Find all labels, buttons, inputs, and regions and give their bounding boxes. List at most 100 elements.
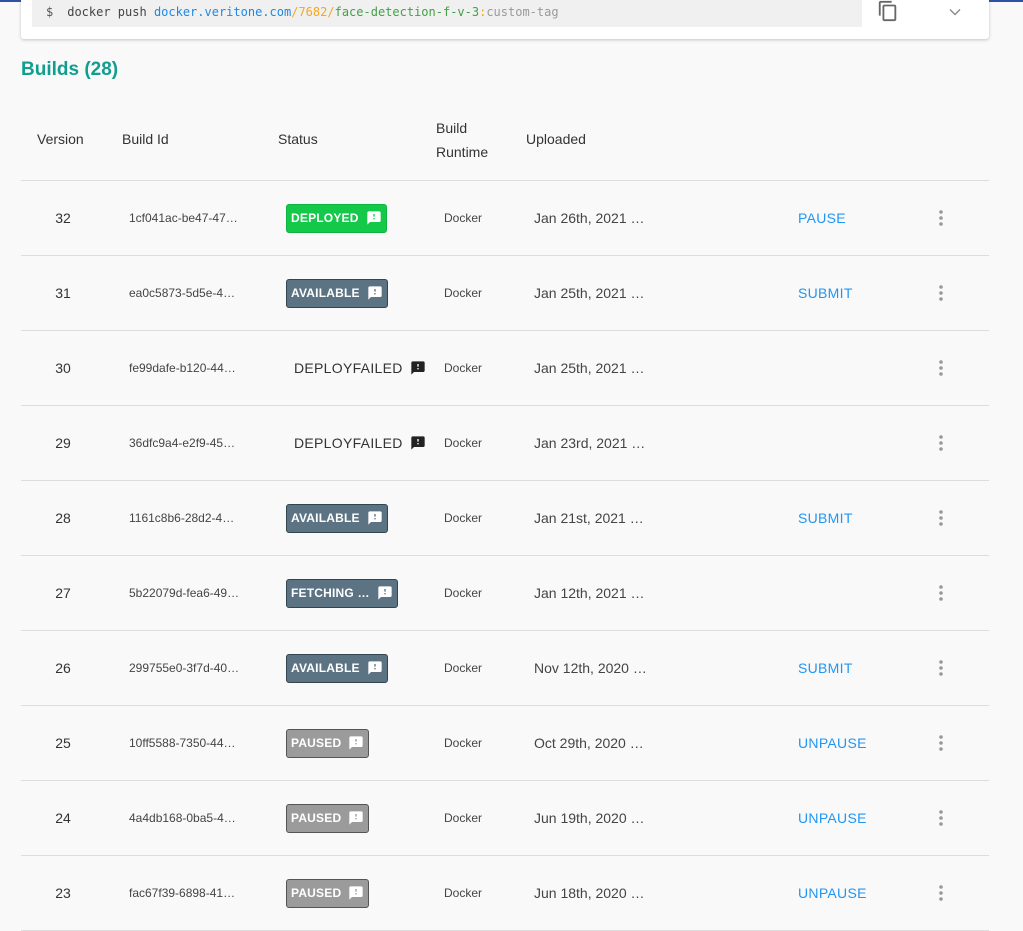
column-header-status[interactable]: Status [278,131,318,147]
build-status: DEPLOYFAILED [286,331,430,405]
row-action-button[interactable]: UNPAUSE [796,731,869,755]
chevron-down-icon[interactable] [945,2,965,22]
build-runtime: Docker [444,886,483,900]
table-row: 27 5b22079d-fea6-49… FETCHING … Docker J… [21,556,989,631]
table-row: 23 fac67f39-6898-41… PAUSED Docker Jun 1… [21,856,989,931]
build-version: 24 [55,810,71,826]
build-status: AVAILABLE [286,481,388,555]
status-badge[interactable]: PAUSED [286,878,370,908]
build-version: 25 [55,735,71,751]
build-uploaded: Jan 21st, 2021 … [534,510,644,526]
build-runtime: Docker [444,211,483,225]
table-body: 32 1cf041ac-be47-47… DEPLOYED Docker Jan… [21,181,989,931]
table-row: 30 fe99dafe-b120-44… DEPLOYFAILED Docker… [21,331,989,406]
more-vert-icon[interactable] [938,509,944,527]
column-header-uploaded[interactable]: Uploaded [526,131,586,147]
row-action-button[interactable]: SUBMIT [796,281,855,305]
build-status: PAUSED [286,856,370,930]
build-status: AVAILABLE [286,631,388,705]
more-vert-icon[interactable] [938,209,944,227]
more-vert-icon[interactable] [938,434,944,452]
status-badge[interactable]: AVAILABLE [286,278,388,308]
build-runtime: Docker [444,511,483,525]
build-uploaded: Jan 26th, 2021 … [534,210,645,226]
command-org: 7682 [298,5,328,19]
column-header-build-runtime[interactable]: Build Runtime [436,116,506,164]
column-header-build-id[interactable]: Build Id [122,131,169,147]
command-sep-2: / [327,5,335,19]
status-label: AVAILABLE [291,511,360,525]
status-label: PAUSED [291,811,342,825]
feedback-icon [410,436,425,450]
feedback-icon [349,736,363,750]
build-runtime: Docker [444,286,483,300]
row-menu [929,256,953,330]
row-menu [929,631,953,705]
row-action-button[interactable]: SUBMIT [796,656,855,680]
row-menu [929,781,953,855]
row-action-button[interactable]: UNPAUSE [796,881,869,905]
status-badge[interactable]: DEPLOYFAILED [286,429,430,458]
build-runtime: Docker [444,361,483,375]
status-badge[interactable]: PAUSED [286,728,370,758]
more-vert-icon[interactable] [938,884,944,902]
command-base: docker push [67,5,154,19]
table-row: 25 10ff5588-7350-44… PAUSED Docker Oct 2… [21,706,989,781]
build-runtime: Docker [444,736,483,750]
build-version: 23 [55,885,71,901]
build-id: 10ff5588-7350-44… [129,736,236,750]
build-runtime: Docker [444,436,483,450]
feedback-icon [368,661,382,675]
status-badge[interactable]: AVAILABLE [286,503,388,533]
more-vert-icon[interactable] [938,659,944,677]
more-vert-icon[interactable] [938,809,944,827]
feedback-icon [349,886,363,900]
row-menu [929,406,953,480]
more-vert-icon[interactable] [938,284,944,302]
more-vert-icon[interactable] [938,584,944,602]
table-row: 26 299755e0-3f7d-40… AVAILABLE Docker No… [21,631,989,706]
status-badge[interactable]: FETCHING … [286,578,398,608]
build-runtime: Docker [444,586,483,600]
table-row: 28 1161c8b6-28d2-4… AVAILABLE Docker Jan… [21,481,989,556]
status-badge[interactable]: AVAILABLE [286,653,388,683]
column-header-version[interactable]: Version [37,131,84,147]
build-id: 4a4db168-0ba5-4… [129,811,236,825]
status-label: DEPLOYED [291,211,359,225]
command-tag: custom-tag [486,5,559,19]
table-row: 29 36dfc9a4-e2f9-45… DEPLOYFAILED Docker… [21,406,989,481]
build-version: 31 [55,285,71,301]
column-header-runtime-line1: Build [436,120,468,136]
row-action: PAUSE [796,181,848,255]
build-uploaded: Jun 18th, 2020 … [534,885,645,901]
copy-icon[interactable] [877,0,899,22]
command-prompt: $ [46,5,54,19]
build-id: fac67f39-6898-41… [129,886,236,900]
status-badge[interactable]: DEPLOYED [286,203,387,233]
row-menu [929,556,953,630]
docker-command[interactable]: $ docker push docker.veritone.com/7682/fa… [32,0,862,27]
row-action-button[interactable]: UNPAUSE [796,806,869,830]
status-badge[interactable]: PAUSED [286,803,370,833]
build-id: fe99dafe-b120-44… [129,361,236,375]
row-menu [929,181,953,255]
status-badge[interactable]: DEPLOYFAILED [286,354,430,383]
row-action-button[interactable]: SUBMIT [796,506,855,530]
build-version: 28 [55,510,71,526]
build-uploaded: Nov 12th, 2020 … [534,660,647,676]
build-id: 36dfc9a4-e2f9-45… [129,436,236,450]
build-uploaded: Jan 25th, 2021 … [534,360,645,376]
build-uploaded: Oct 29th, 2020 … [534,735,644,751]
table-row: 31 ea0c5873-5d5e-4… AVAILABLE Docker Jan… [21,256,989,331]
feedback-icon [349,811,363,825]
status-label: PAUSED [291,886,342,900]
row-action-button[interactable]: PAUSE [796,206,848,230]
build-version: 32 [55,210,71,226]
build-id: 5b22079d-fea6-49… [129,586,240,600]
row-action: UNPAUSE [796,706,869,780]
status-label: PAUSED [291,736,342,750]
build-runtime: Docker [444,811,483,825]
more-vert-icon[interactable] [938,734,944,752]
more-vert-icon[interactable] [938,359,944,377]
build-status: AVAILABLE [286,256,388,330]
